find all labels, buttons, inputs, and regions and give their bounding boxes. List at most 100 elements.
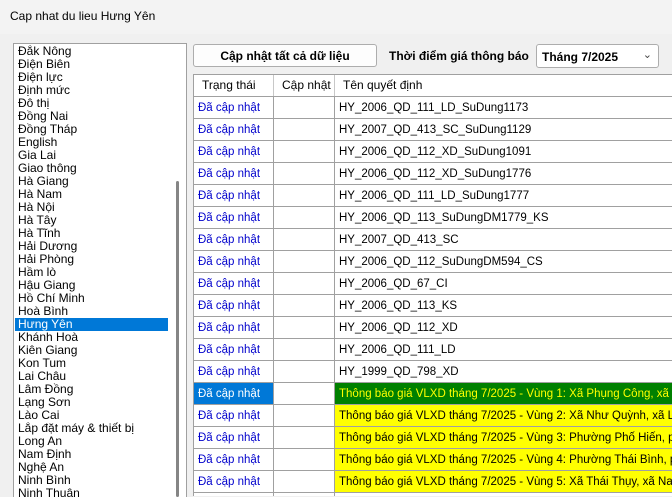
table-row[interactable]: Đã cập nhật Thông báo giá VLXD tháng 7/20… bbox=[194, 427, 672, 449]
column-header-update[interactable]: Cập nhật bbox=[274, 75, 335, 96]
table-row[interactable]: Đã cập nhật HY_2007_QD_413_SC bbox=[194, 229, 672, 251]
table-row[interactable]: Đã cập nhật HY_2006_QD_111_LD_SuDung1173 bbox=[194, 97, 672, 119]
table-row[interactable]: Đã cập nhật HY_2006_QD_113_KS bbox=[194, 295, 672, 317]
status-cell[interactable]: Đã cập nhật bbox=[194, 229, 274, 251]
update-cell[interactable] bbox=[274, 471, 335, 493]
category-list-item[interactable]: Định mức bbox=[15, 84, 168, 97]
status-cell[interactable]: Đã cập nhật bbox=[194, 383, 274, 405]
category-list-item[interactable]: Khánh Hoà bbox=[15, 331, 168, 344]
decision-name-cell[interactable]: HY_2006_QD_112_XD_SuDung1091 bbox=[335, 141, 672, 163]
update-cell[interactable] bbox=[274, 449, 335, 471]
category-list-item[interactable]: Lai Châu bbox=[15, 370, 168, 383]
table-row[interactable]: Đã cập nhật HY_2006_QD_111_LD bbox=[194, 339, 672, 361]
category-list-item[interactable]: Hồ Chí Minh bbox=[15, 292, 168, 305]
update-cell[interactable] bbox=[274, 207, 335, 229]
category-list-item[interactable]: Hà Giang bbox=[15, 175, 168, 188]
status-cell[interactable]: Đã cập nhật bbox=[194, 251, 274, 273]
update-cell[interactable] bbox=[274, 273, 335, 295]
update-cell[interactable] bbox=[274, 405, 335, 427]
table-row[interactable]: Đã cập nhật HY_2006_QD_112_XD bbox=[194, 317, 672, 339]
category-list-item[interactable]: Hầm lò bbox=[15, 266, 168, 279]
decision-name-cell[interactable]: HY_2007_QD_413_SC bbox=[335, 229, 672, 251]
category-list-item[interactable]: Giao thông bbox=[15, 162, 168, 175]
category-list-item[interactable]: Lắp đặt máy & thiết bị bbox=[15, 422, 168, 435]
decision-name-cell[interactable]: Thông báo giá VLXD tháng 7/2025 - Vùng 5… bbox=[335, 471, 672, 493]
category-list-item[interactable]: Lào Cai bbox=[15, 409, 168, 422]
status-cell[interactable]: Đã cập nhật bbox=[194, 427, 274, 449]
category-list-item[interactable]: Hà Nội bbox=[15, 201, 168, 214]
table-row[interactable]: Đã cập nhật HY_2007_QD_413_SC_SuDung1129 bbox=[194, 119, 672, 141]
status-cell[interactable]: Đã cập nhật bbox=[194, 449, 274, 471]
category-list-item[interactable]: Điện lực bbox=[15, 71, 168, 84]
category-list-item[interactable]: Ninh Bình bbox=[15, 474, 168, 487]
decision-name-cell[interactable]: Thông báo giá VLXD tháng 7/2025 - Vùng 2… bbox=[335, 405, 672, 427]
decision-name-cell[interactable]: HY_2006_QD_111_LD_SuDung1173 bbox=[335, 97, 672, 119]
category-list-item[interactable]: Hưng Yên bbox=[15, 318, 168, 331]
update-cell[interactable] bbox=[274, 163, 335, 185]
update-cell[interactable] bbox=[274, 119, 335, 141]
status-cell[interactable]: Đã cập nhật bbox=[194, 471, 274, 493]
status-cell[interactable]: Đã cập nhật bbox=[194, 163, 274, 185]
update-cell[interactable] bbox=[274, 383, 335, 405]
category-list-item[interactable]: Hải Dương bbox=[15, 240, 168, 253]
decision-name-cell[interactable]: HY_2007_QD_413_SC_SuDung1129 bbox=[335, 119, 672, 141]
update-cell[interactable] bbox=[274, 427, 335, 449]
category-list-item[interactable]: Long An bbox=[15, 435, 168, 448]
table-row[interactable]: Đã cập nhật Thông báo giá VLXD tháng 7/20… bbox=[194, 405, 672, 427]
status-cell[interactable]: Đã cập nhật bbox=[194, 339, 274, 361]
update-cell[interactable] bbox=[274, 141, 335, 163]
table-row[interactable]: Đã cập nhật HY_1999_QD_798_XD bbox=[194, 361, 672, 383]
status-cell[interactable]: Đã cập nhật bbox=[194, 295, 274, 317]
table-row[interactable]: Đã cập nhật Thông báo giá VLXD tháng 7/20… bbox=[194, 383, 672, 405]
period-select[interactable]: Tháng 7/2025 ⌄ bbox=[536, 44, 659, 68]
category-list-item[interactable]: Kon Tum bbox=[15, 357, 168, 370]
status-cell[interactable]: Đã cập nhật bbox=[194, 119, 274, 141]
scrollbar-thumb[interactable] bbox=[176, 181, 179, 497]
category-list-item[interactable]: Hoà Bình bbox=[15, 305, 168, 318]
table-row[interactable]: Đã cập nhật HY_2006_QD_113_SuDungDM1779_K… bbox=[194, 207, 672, 229]
decision-name-cell[interactable]: HY_2006_QD_112_XD bbox=[335, 317, 672, 339]
column-header-decision-name[interactable]: Tên quyết định bbox=[335, 75, 672, 96]
category-list-item[interactable]: Hà Nam bbox=[15, 188, 168, 201]
table-row[interactable]: Đã cập nhật HY_2006_QD_112_XD_SuDung1776 bbox=[194, 163, 672, 185]
update-cell[interactable] bbox=[274, 361, 335, 383]
decision-grid[interactable]: Trạng thái Cập nhật Tên quyết định Đã cậ… bbox=[193, 74, 672, 496]
category-list-item[interactable]: Hà Tĩnh bbox=[15, 227, 168, 240]
status-cell[interactable]: Đã cập nhật bbox=[194, 207, 274, 229]
decision-name-cell[interactable]: Thông báo giá VLXD tháng 7/2025 - Vùng 4… bbox=[335, 449, 672, 471]
category-list-item[interactable]: Lâm Đồng bbox=[15, 383, 168, 396]
update-cell[interactable] bbox=[274, 295, 335, 317]
status-cell[interactable]: Đã cập nhật bbox=[194, 273, 274, 295]
update-cell[interactable] bbox=[274, 251, 335, 273]
table-row[interactable]: Đã cập nhật HY_2006_QD_67_CI bbox=[194, 273, 672, 295]
decision-name-cell[interactable]: HY_2006_QD_113_SuDungDM1779_KS bbox=[335, 207, 672, 229]
status-cell[interactable]: Đã cập nhật bbox=[194, 97, 274, 119]
status-cell[interactable]: Đã cập nhật bbox=[194, 317, 274, 339]
category-list-item[interactable]: Gia Lai bbox=[15, 149, 168, 162]
decision-name-cell[interactable]: HY_2006_QD_112_XD_SuDung1776 bbox=[335, 163, 672, 185]
update-cell[interactable] bbox=[274, 317, 335, 339]
decision-name-cell[interactable]: HY_1999_QD_798_XD bbox=[335, 361, 672, 383]
category-list-item[interactable]: Hậu Giang bbox=[15, 279, 168, 292]
decision-name-cell[interactable]: Thông báo giá VLXD tháng 7/2025 - Vùng 3… bbox=[335, 427, 672, 449]
status-cell[interactable]: Đã cập nhật bbox=[194, 185, 274, 207]
decision-name-cell[interactable]: HY_2006_QD_67_CI bbox=[335, 273, 672, 295]
decision-name-cell[interactable]: HY_2006_QD_113_KS bbox=[335, 295, 672, 317]
category-list-item[interactable]: Điện Biên bbox=[15, 58, 168, 71]
category-list-item[interactable]: Hải Phòng bbox=[15, 253, 168, 266]
update-all-button[interactable]: Cập nhật tất cả dữ liệu bbox=[193, 44, 377, 67]
decision-name-cell[interactable]: Thông báo giá VLXD tháng 7/2025 - Vùng 1… bbox=[335, 383, 672, 405]
column-header-status[interactable]: Trạng thái bbox=[194, 75, 274, 96]
decision-name-cell[interactable]: HY_2006_QD_111_LD bbox=[335, 339, 672, 361]
table-row[interactable]: Đã cập nhật Thông báo giá VLXD tháng 7/20… bbox=[194, 471, 672, 493]
update-cell[interactable] bbox=[274, 97, 335, 119]
category-list-item[interactable]: Đắk Nông bbox=[15, 45, 168, 58]
category-list-item[interactable]: Nghệ An bbox=[15, 461, 168, 474]
category-list-item[interactable]: Lạng Sơn bbox=[15, 396, 168, 409]
status-cell[interactable]: Đã cập nhật bbox=[194, 141, 274, 163]
update-cell[interactable] bbox=[274, 229, 335, 251]
table-row[interactable]: Đã cập nhật Thông báo giá VLXD tháng 7/20… bbox=[194, 449, 672, 471]
decision-name-cell[interactable]: HY_2006_QD_111_LD_SuDung1777 bbox=[335, 185, 672, 207]
category-list-item[interactable]: Kiên Giang bbox=[15, 344, 168, 357]
category-list[interactable]: Đắk Nông Điện Biên Điện lực Định mức Đô thị Đ… bbox=[13, 43, 187, 497]
